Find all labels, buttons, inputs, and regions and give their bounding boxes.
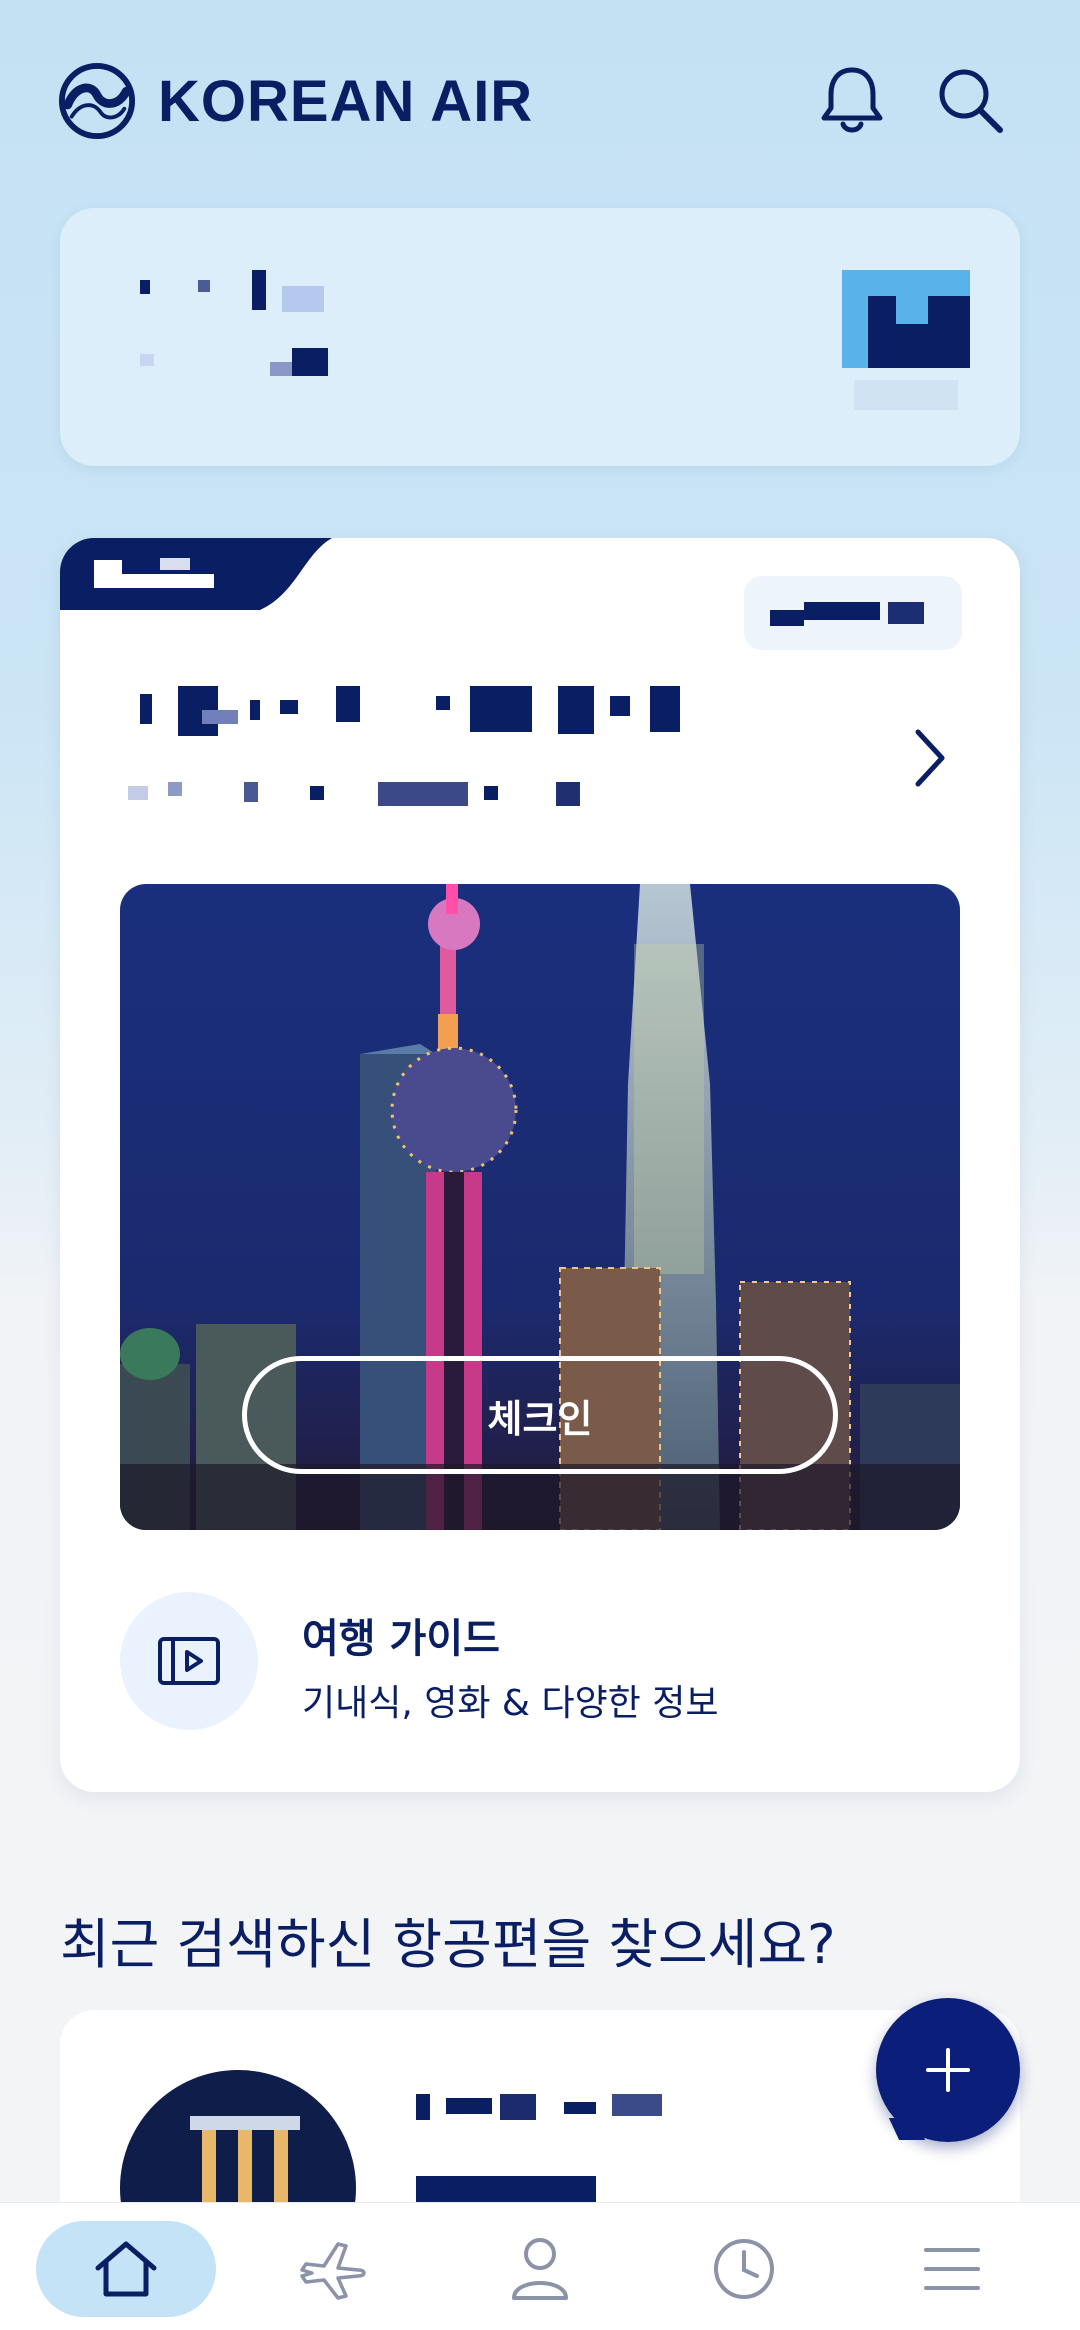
app-header: KOREAN AIR [0,0,1080,200]
nav-my-page[interactable] [450,2221,630,2317]
trip-status-tag [60,538,332,610]
profile-icon [512,2238,568,2300]
checkin-button[interactable]: 체크인 [242,1356,838,1474]
membership-qr-icon[interactable] [842,270,970,412]
taeguk-logo-icon [58,62,136,140]
recent-search-title: 최근 검색하신 항공편을 찾으세요? [60,1913,836,1976]
video-guide-icon [158,1637,220,1685]
redacted-route-subtitle [128,782,748,822]
history-icon [714,2239,774,2299]
guide-subtitle: 기내식, 영화 & 다양한 정보 [302,1683,719,1724]
bell-icon[interactable] [812,60,892,140]
add-fab-button[interactable] [876,1998,1020,2142]
redacted-miles [140,348,340,388]
travel-guide-link[interactable]: 여행 가이드 기내식, 영화 & 다양한 정보 [120,1592,960,1732]
redacted-name [140,270,324,330]
home-icon [95,2241,157,2297]
menu-icon [924,2248,980,2290]
korean-air-logo: KOREAN AIR [58,60,533,142]
guide-title: 여행 가이드 [302,1616,500,1662]
member-card[interactable] [60,208,1020,466]
guide-icon-circle [120,1592,258,1730]
nav-history[interactable] [654,2221,834,2317]
chevron-right-icon[interactable] [900,718,960,798]
nav-flights[interactable] [244,2221,424,2317]
nav-menu[interactable] [862,2221,1042,2317]
redacted-recent-route [416,2094,736,2214]
flight-icon [300,2242,366,2300]
bottom-navigation [0,2202,1080,2330]
upcoming-trip-card: 체크인 여행 가이드 기내식, 영화 & 다양한 정보 [60,538,1020,1792]
brand-name: KOREAN AIR [158,68,534,134]
redacted-date-badge [744,576,962,650]
redacted-route-title [140,686,860,746]
nav-home[interactable] [36,2221,216,2317]
plus-icon [926,2048,970,2092]
destination-photo: 체크인 [120,884,960,1530]
search-icon[interactable] [930,60,1010,140]
